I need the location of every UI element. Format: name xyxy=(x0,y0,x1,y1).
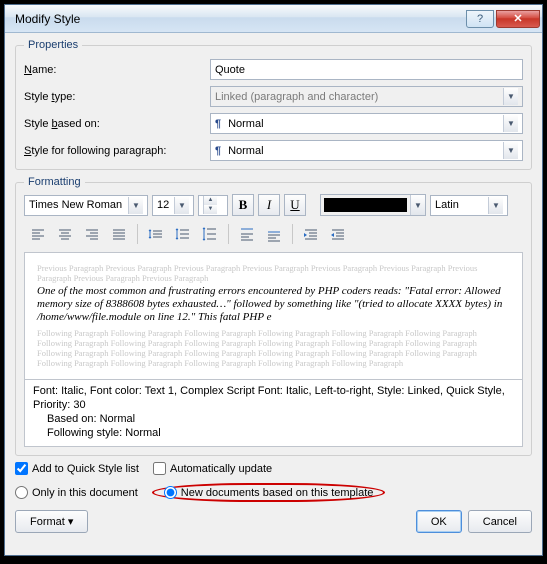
chevron-down-icon[interactable]: ▼ xyxy=(503,115,518,132)
separator xyxy=(292,224,293,244)
pilcrow-icon: ¶ xyxy=(215,118,225,130)
help-button[interactable]: ? xyxy=(466,10,494,28)
script-value: Latin xyxy=(435,199,459,211)
new-documents-label: New documents based on this template xyxy=(181,487,374,499)
bold-button[interactable]: B xyxy=(232,194,254,216)
highlighted-option: New documents based on this template xyxy=(152,483,386,502)
align-justify-button[interactable] xyxy=(107,224,131,246)
dialog-body: Properties Name: Style type: Linked (par… xyxy=(5,33,542,541)
spinner-buttons: ▲ ▼ xyxy=(203,196,217,214)
following-value: Normal xyxy=(228,145,263,157)
quick-style-checkbox[interactable]: Add to Quick Style list xyxy=(15,462,139,475)
desc-line-1: Font: Italic, Font color: Text 1, Comple… xyxy=(33,384,514,412)
indent-inc-button[interactable] xyxy=(299,224,323,246)
separator xyxy=(137,224,138,244)
style-type-value: Linked (paragraph and character) xyxy=(215,91,378,103)
close-button[interactable]: ✕ xyxy=(496,10,540,28)
name-input[interactable] xyxy=(210,59,523,80)
space-before-inc-button[interactable] xyxy=(235,224,259,246)
cancel-button[interactable]: Cancel xyxy=(468,510,532,533)
font-color-combo[interactable]: ▼ xyxy=(320,194,426,216)
based-on-label: Style based on: xyxy=(24,118,204,130)
auto-update-label: Automatically update xyxy=(170,463,272,475)
font-toolbar: Times New Roman ▼ 12 ▼ ▲ ▼ B I U xyxy=(24,194,523,216)
preview-sample-text: One of the most common and frustrating e… xyxy=(37,285,510,324)
line-spacing-2-button[interactable] xyxy=(198,224,222,246)
titlebar-buttons: ? ✕ xyxy=(466,10,540,28)
chevron-down-icon: ▼ xyxy=(503,88,518,105)
preview-prev-text: Previous Paragraph Previous Paragraph Pr… xyxy=(37,263,510,283)
desc-line-3: Following style: Normal xyxy=(33,426,514,440)
spin-down-icon[interactable]: ▼ xyxy=(203,205,217,214)
name-label: Name: xyxy=(24,64,204,76)
font-family-combo[interactable]: Times New Roman ▼ xyxy=(24,195,148,216)
new-documents-radio[interactable]: New documents based on this template xyxy=(164,486,374,499)
following-label: Style for following paragraph: xyxy=(24,145,204,157)
chevron-down-icon[interactable]: ▼ xyxy=(174,197,189,214)
separator xyxy=(228,224,229,244)
properties-legend: Properties xyxy=(24,39,82,51)
font-size-value: 12 xyxy=(157,199,169,211)
style-type-select: Linked (paragraph and character) ▼ xyxy=(210,86,523,107)
font-size-spinner[interactable]: ▲ ▼ xyxy=(198,195,228,216)
chevron-down-icon[interactable]: ▼ xyxy=(503,142,518,159)
space-before-dec-button[interactable] xyxy=(262,224,286,246)
preview-follow-text: Following Paragraph Following Paragraph … xyxy=(37,328,510,368)
spin-up-icon[interactable]: ▲ xyxy=(203,196,217,205)
titlebar[interactable]: Modify Style ? ✕ xyxy=(5,5,542,33)
line-spacing-1-button[interactable] xyxy=(144,224,168,246)
auto-update-checkbox[interactable]: Automatically update xyxy=(153,462,272,475)
paragraph-toolbar xyxy=(24,224,523,246)
options-row: Add to Quick Style list Automatically up… xyxy=(15,462,532,502)
only-document-radio[interactable]: Only in this document xyxy=(15,486,138,499)
style-description: Font: Italic, Font color: Text 1, Comple… xyxy=(24,380,523,447)
only-document-label: Only in this document xyxy=(32,487,138,499)
formatting-legend: Formatting xyxy=(24,176,85,188)
align-right-button[interactable] xyxy=(80,224,104,246)
preview-pane: Previous Paragraph Previous Paragraph Pr… xyxy=(24,252,523,380)
modify-style-dialog: Modify Style ? ✕ Properties Name: Style … xyxy=(4,4,543,556)
style-type-label: Style type: xyxy=(24,91,204,103)
chevron-down-icon[interactable]: ▼ xyxy=(410,195,425,215)
pilcrow-icon: ¶ xyxy=(215,145,225,157)
formatting-group: Formatting Times New Roman ▼ 12 ▼ ▲ ▼ B xyxy=(15,176,532,456)
chevron-down-icon[interactable]: ▼ xyxy=(488,197,503,214)
based-on-value: Normal xyxy=(228,118,263,130)
indent-dec-button[interactable] xyxy=(326,224,350,246)
ok-button[interactable]: OK xyxy=(416,510,462,533)
color-swatch xyxy=(324,198,407,212)
align-left-button[interactable] xyxy=(26,224,50,246)
font-size-combo[interactable]: 12 ▼ xyxy=(152,195,194,216)
quick-style-label: Add to Quick Style list xyxy=(32,463,139,475)
button-row: Format ▾ OK Cancel xyxy=(15,510,532,533)
following-select[interactable]: ¶ Normal ▼ xyxy=(210,140,523,161)
properties-group: Properties Name: Style type: Linked (par… xyxy=(15,39,532,170)
based-on-select[interactable]: ¶ Normal ▼ xyxy=(210,113,523,134)
line-spacing-15-button[interactable] xyxy=(171,224,195,246)
script-combo[interactable]: Latin ▼ xyxy=(430,195,508,216)
font-family-value: Times New Roman xyxy=(29,199,122,211)
format-button[interactable]: Format ▾ xyxy=(15,510,88,533)
align-center-button[interactable] xyxy=(53,224,77,246)
underline-button[interactable]: U xyxy=(284,194,306,216)
italic-button[interactable]: I xyxy=(258,194,280,216)
desc-line-2: Based on: Normal xyxy=(33,412,514,426)
chevron-down-icon[interactable]: ▼ xyxy=(128,197,143,214)
window-title: Modify Style xyxy=(15,12,466,26)
